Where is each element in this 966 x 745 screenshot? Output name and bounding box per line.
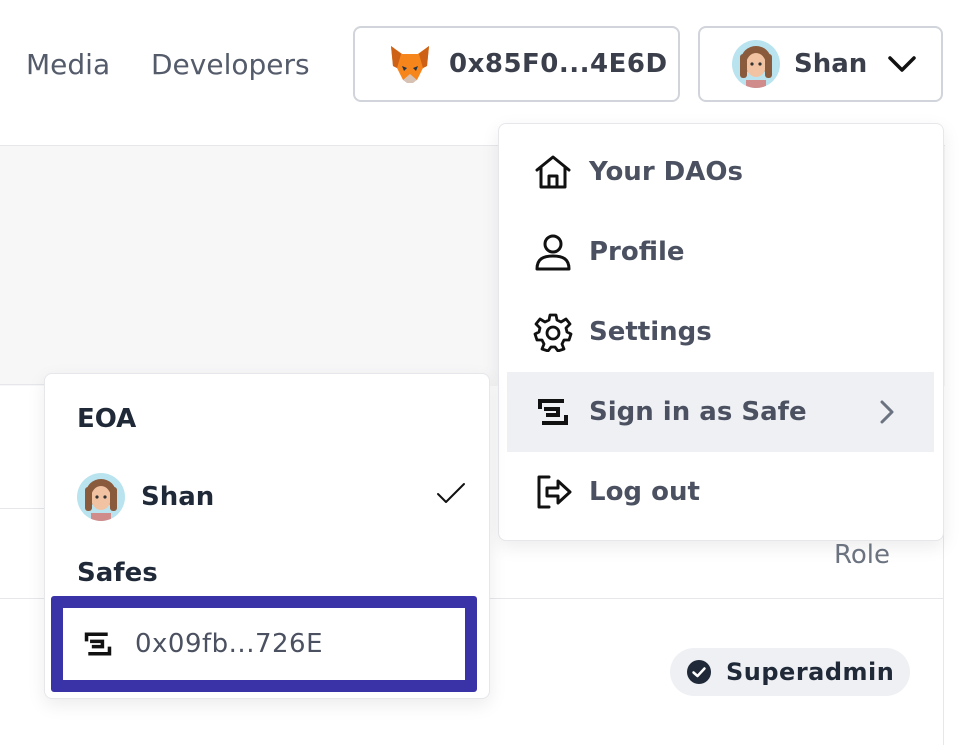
menu-item-sign-in-as-safe[interactable]: Sign in as Safe (507, 372, 934, 452)
menu-item-label: Log out (589, 477, 700, 507)
menu-item-label: Sign in as Safe (589, 397, 807, 427)
safe-icon (83, 629, 113, 659)
check-circle-icon (686, 659, 712, 685)
role-column-header: Role (834, 540, 891, 570)
safe-address: 0x09fb...726E (135, 629, 324, 659)
menu-item-log-out[interactable]: Log out (507, 452, 934, 532)
home-icon (531, 150, 575, 194)
status-badge: Superadmin (670, 648, 911, 696)
metamask-fox-icon (389, 44, 431, 84)
user-icon (531, 230, 575, 274)
eoa-account-option[interactable]: Shan (77, 470, 467, 524)
menu-item-settings[interactable]: Settings (507, 292, 934, 372)
avatar (732, 40, 780, 88)
safes-header: Safes (77, 558, 158, 588)
account-dropdown-menu: Your DAOs Profile Settings Sign in as Sa… (498, 123, 944, 541)
safe-icon (531, 390, 575, 434)
divider (0, 384, 44, 385)
menu-item-label: Your DAOs (589, 157, 743, 187)
checkmark-icon (435, 480, 467, 508)
gear-icon (531, 310, 575, 354)
divider (0, 508, 44, 509)
user-menu-button[interactable]: Shan (698, 26, 943, 102)
nav-link-media[interactable]: Media (26, 48, 110, 81)
chevron-right-icon (878, 398, 896, 426)
menu-item-label: Settings (589, 317, 712, 347)
wallet-address: 0x85F0...4E6D (449, 49, 668, 79)
avatar (77, 473, 125, 521)
divider (0, 598, 44, 599)
role-badge-label: Superadmin (726, 658, 895, 686)
chevron-down-icon (887, 54, 917, 74)
logout-icon (531, 470, 575, 514)
safe-account-option[interactable]: 0x09fb...726E (51, 596, 477, 692)
wallet-button[interactable]: 0x85F0...4E6D (353, 26, 680, 102)
divider (488, 598, 944, 599)
eoa-name: Shan (141, 482, 215, 512)
sign-in-as-safe-submenu: EOA Shan Safes 0x09fb...726E (44, 373, 490, 699)
menu-item-profile[interactable]: Profile (507, 212, 934, 292)
menu-item-your-daos[interactable]: Your DAOs (507, 132, 934, 212)
menu-item-label: Profile (589, 237, 685, 267)
nav-link-developers[interactable]: Developers (151, 48, 310, 81)
eoa-header: EOA (77, 404, 137, 434)
user-name: Shan (794, 49, 868, 79)
